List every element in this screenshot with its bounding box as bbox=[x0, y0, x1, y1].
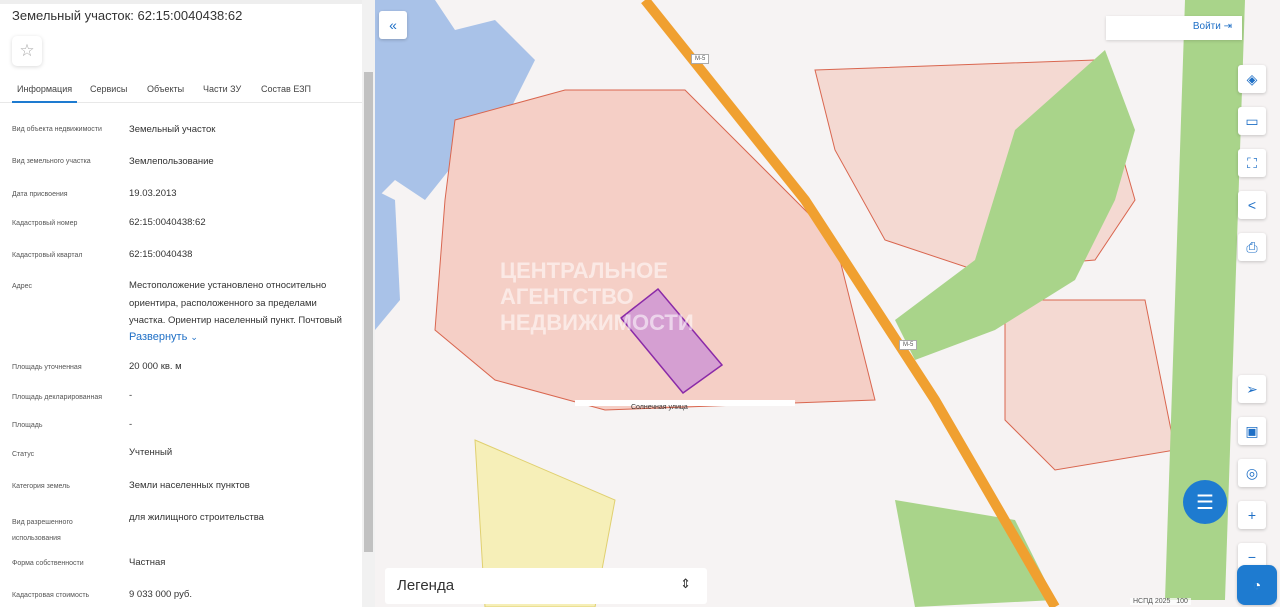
location-search-icon: ◎ bbox=[1245, 464, 1259, 481]
tab-parts[interactable]: Части ЗУ bbox=[203, 84, 241, 94]
tab-information[interactable]: Информация bbox=[12, 84, 78, 103]
info-panel: Земельный участок: 62:15:0040438:62 ☆ Ин… bbox=[0, 0, 375, 607]
star-icon: ☆ bbox=[19, 41, 35, 60]
row-value: Земельный участок bbox=[129, 124, 216, 135]
row-value: - bbox=[129, 390, 133, 401]
login-icon: ⇥ bbox=[1223, 21, 1232, 32]
row-label: Площадь декларированная bbox=[12, 394, 103, 401]
row-value: - bbox=[129, 419, 133, 430]
search-location-button[interactable]: ◎ bbox=[1238, 459, 1266, 487]
row-value: для жилищного строительства bbox=[129, 512, 264, 523]
map-canvas[interactable]: ЦЕНТРАЛЬНОЕ АГЕНТСТВО НЕДВИЖИМОСТИ М-5 М-5… bbox=[375, 0, 1280, 607]
minus-icon: − bbox=[1247, 549, 1257, 565]
locate-button[interactable]: ➢ bbox=[1238, 375, 1266, 403]
row-value: 9 033 000 руб. bbox=[129, 589, 193, 600]
chat-icon: ☰ bbox=[1196, 491, 1214, 514]
login-label: Войти bbox=[1192, 21, 1221, 32]
road-label: М-5 bbox=[691, 54, 710, 64]
area-search-button[interactable]: ⛶ bbox=[1238, 149, 1266, 177]
row-label: Площадь bbox=[12, 422, 43, 429]
collapse-panel-button[interactable]: « bbox=[379, 11, 407, 39]
tab-ezp[interactable]: Состав ЕЗП bbox=[261, 84, 311, 94]
legend-dropdown[interactable]: Легенда ⇕ bbox=[385, 568, 707, 604]
row-value: Частная bbox=[129, 557, 166, 568]
address-value: Местоположение установлено относительно … bbox=[129, 280, 342, 326]
share-icon: < bbox=[1247, 197, 1257, 213]
watermark-logo: ЦЕНТРАЛЬНОЕ АГЕНТСТВО НЕДВИЖИМОСТИ bbox=[500, 258, 694, 335]
row-label: Вид объекта недвижимости bbox=[12, 126, 102, 133]
row-label: Адрес bbox=[12, 283, 33, 290]
row-label: Кадастровый квартал bbox=[12, 252, 83, 259]
street-label: Солнечная улица bbox=[631, 404, 688, 411]
row-label: Статус bbox=[12, 451, 35, 458]
tab-bar: Информация Сервисы Объекты Части ЗУ Сост… bbox=[0, 80, 362, 103]
row-label: Кадастровый номер bbox=[12, 220, 78, 227]
scale-label: 100 bbox=[1176, 598, 1188, 605]
top-strip bbox=[0, 0, 375, 4]
row-value: Землепользование bbox=[129, 156, 214, 167]
navigation-arrow-icon: ➢ bbox=[1246, 380, 1258, 397]
chevron-down-icon: ⌄ bbox=[190, 332, 198, 342]
row-label: Вид разрешенного использования bbox=[12, 519, 73, 542]
row-value: 19.03.2013 bbox=[129, 188, 177, 199]
green-area bbox=[895, 500, 1055, 607]
ruler-icon: ▭ bbox=[1245, 112, 1259, 129]
water-body bbox=[375, 190, 400, 330]
expand-label: Развернуть bbox=[129, 331, 188, 343]
parcel-area bbox=[434, 89, 876, 411]
parcel-area bbox=[1004, 299, 1176, 471]
assistant-icon: ◔ bbox=[1252, 577, 1262, 593]
share-button[interactable]: < bbox=[1238, 191, 1266, 219]
row-label: Форма собственности bbox=[12, 560, 84, 567]
print-icon: ⎙ bbox=[1246, 238, 1258, 255]
scrollbar-thumb[interactable] bbox=[364, 72, 373, 552]
row-value: Земли населенных пунктов bbox=[129, 480, 250, 491]
row-value: 62:15:0040438:62 bbox=[129, 217, 206, 228]
chevron-updown-icon: ⇕ bbox=[680, 576, 691, 591]
login-button[interactable]: Войти ⇥ bbox=[1106, 16, 1242, 40]
area-search-icon: ⛶ bbox=[1247, 154, 1257, 171]
print-button[interactable]: ⎙ bbox=[1238, 233, 1266, 261]
assistant-button[interactable]: ◔ bbox=[1237, 565, 1277, 605]
row-label: Площадь уточненная bbox=[12, 364, 82, 371]
double-chevron-left-icon: « bbox=[389, 17, 397, 33]
page-title: Земельный участок: 62:15:0040438:62 bbox=[12, 8, 243, 23]
ruler-button[interactable]: ▭ bbox=[1238, 107, 1266, 135]
chat-button[interactable]: ☰ bbox=[1183, 480, 1227, 524]
layers-button[interactable]: ◈ bbox=[1238, 65, 1266, 93]
minimap-button[interactable]: ▣ bbox=[1238, 417, 1266, 445]
road-label: М-5 bbox=[899, 340, 918, 350]
row-label: Категория земель bbox=[12, 483, 70, 490]
plus-icon: + bbox=[1247, 507, 1257, 523]
row-label: Дата присвоения bbox=[12, 191, 68, 198]
expand-link[interactable]: Развернуть ⌄ bbox=[129, 329, 354, 347]
tab-objects[interactable]: Объекты bbox=[147, 84, 184, 94]
layers-icon: ◈ bbox=[1246, 70, 1258, 87]
row-label: Вид земельного участка bbox=[12, 158, 91, 165]
attribution-text: НСПД 2025 bbox=[1133, 598, 1171, 605]
favorite-button[interactable]: ☆ bbox=[12, 36, 42, 66]
map-attribution: НСПД 2025 100 bbox=[1130, 598, 1191, 605]
row-label: Кадастровая стоимость bbox=[12, 592, 90, 599]
row-value: 62:15:0040438 bbox=[129, 249, 193, 260]
zoom-in-button[interactable]: + bbox=[1238, 501, 1266, 529]
minimap-icon: ▣ bbox=[1245, 422, 1259, 439]
row-value: Учтенный bbox=[129, 447, 173, 458]
legend-label: Легенда bbox=[397, 577, 455, 594]
row-value: 20 000 кв. м bbox=[129, 361, 182, 372]
tab-services[interactable]: Сервисы bbox=[90, 84, 127, 94]
